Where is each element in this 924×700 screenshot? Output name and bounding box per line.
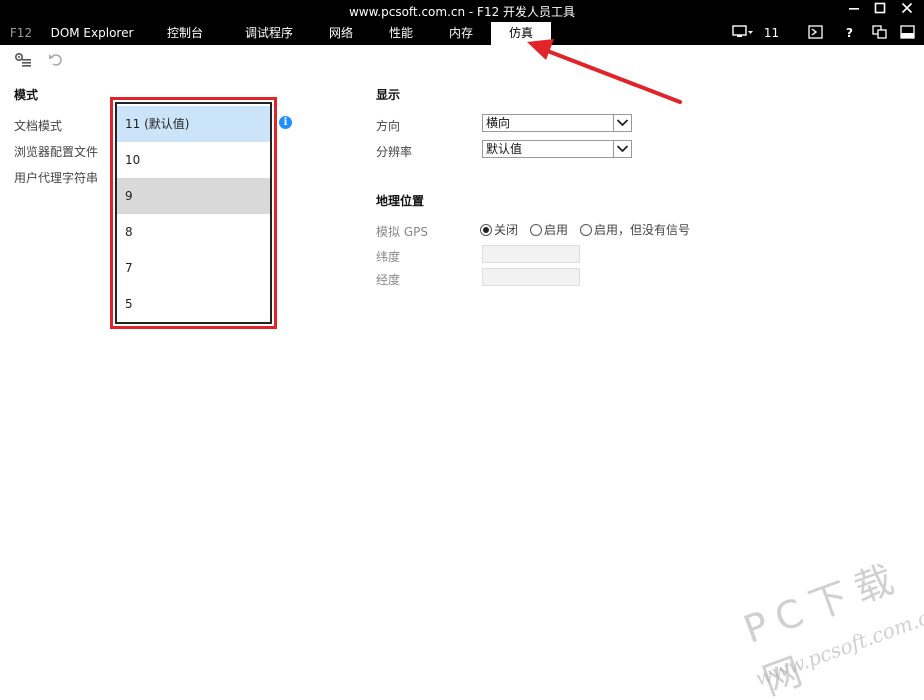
devtools-window: www.pcsoft.com.cn - F12 开发人员工具 F12 DOM E… bbox=[0, 0, 924, 700]
